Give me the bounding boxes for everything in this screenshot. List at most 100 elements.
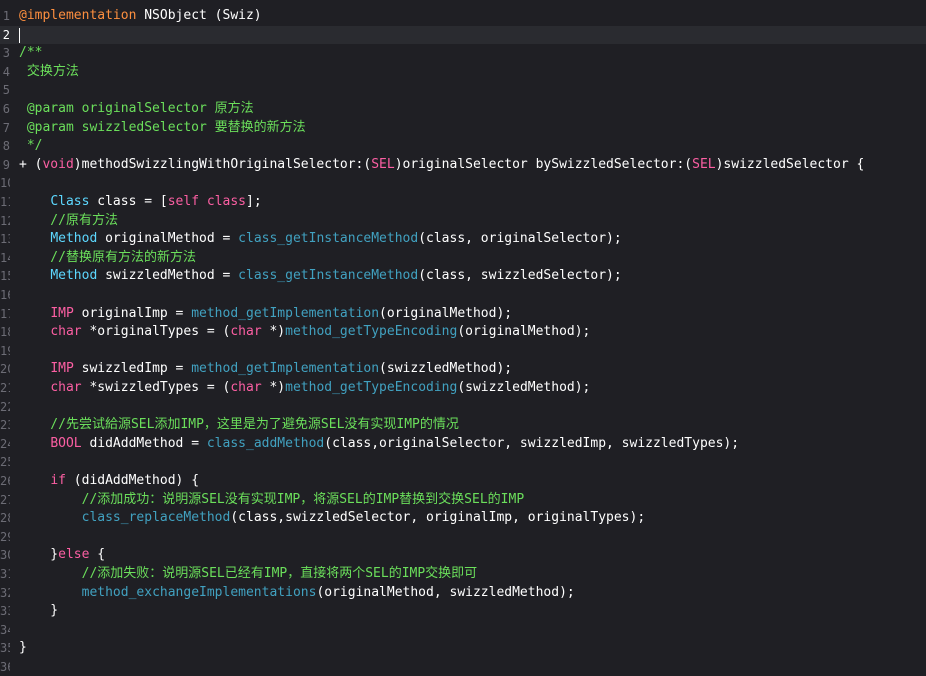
code-token: swizzledImp =: [73, 361, 192, 377]
code-token: }: [19, 640, 27, 656]
code-line[interactable]: 13 Method originalMethod = class_getInst…: [0, 230, 926, 248]
code-token: {: [89, 547, 106, 563]
line-number: 23: [0, 418, 10, 433]
code-text: class_replaceMethod(class,swizzledSelect…: [19, 509, 646, 527]
code-line[interactable]: 21 char *swizzledTypes = (char *)method_…: [0, 379, 926, 397]
line-number: 35: [0, 641, 10, 656]
line-number: 1: [2, 9, 10, 23]
code-token: 交换方法: [19, 63, 79, 79]
code-line[interactable]: 1 @implementation NSObject (Swiz): [0, 7, 926, 25]
code-token: char: [50, 324, 82, 340]
code-line[interactable]: 18 char *originalTypes = (char *)method_…: [0, 323, 926, 341]
code-line[interactable]: 15 Method swizzledMethod = class_getInst…: [0, 267, 926, 285]
code-token: @param swizzledSelector 要替换的新方法: [19, 119, 306, 135]
line-number: 25: [0, 455, 10, 470]
code-token: originalMethod =: [97, 231, 239, 247]
line-number: 31: [0, 567, 10, 581]
line-number: 30: [0, 548, 10, 563]
code-line[interactable]: 10: [0, 174, 926, 192]
line-number: 14: [0, 250, 10, 265]
code-line[interactable]: 32 method_exchangeImplementations(origin…: [0, 584, 926, 602]
code-text: //先尝试給源SEL添加IMP，这里是为了避免源SEL没有实现IMP的情况: [19, 416, 459, 434]
code-line[interactable]: 28 class_replaceMethod(class,swizzledSel…: [0, 509, 926, 527]
code-token: *): [261, 380, 286, 395]
line-number: 15: [0, 269, 10, 284]
code-line[interactable]: 19: [0, 342, 926, 360]
code-token: //先尝试給源SEL添加IMP，这里是为了避免源SEL没有实现IMP的情况: [19, 417, 459, 433]
code-token: SEL: [371, 156, 395, 172]
code-line[interactable]: 31 //添加失败：说明源SEL已经有IMP，直接将两个SEL的IMP交换即可: [0, 565, 926, 583]
code-text: Method originalMethod = class_getInstanc…: [19, 230, 621, 248]
line-number: 12: [0, 213, 10, 228]
code-line[interactable]: 23 //先尝试給源SEL添加IMP，这里是为了避免源SEL没有实现IMP的情况: [0, 416, 926, 434]
code-token: class: [206, 194, 247, 209]
code-token: BOOL: [50, 435, 82, 451]
code-token: originalImp =: [73, 305, 192, 321]
code-line[interactable]: 12 //原有方法: [0, 212, 926, 230]
code-token: //原有方法: [19, 212, 118, 228]
code-token: *swizzledTypes = (: [81, 380, 231, 395]
code-line[interactable]: 30 }else {: [0, 546, 926, 564]
code-line[interactable]: 36: [0, 658, 926, 676]
code-line[interactable]: 11 Class class = [self class];: [0, 193, 926, 211]
code-line[interactable]: 25: [0, 453, 926, 471]
code-token: IMP: [50, 361, 74, 377]
code-line[interactable]: 17 IMP originalImp = method_getImplement…: [0, 305, 926, 323]
code-text: }else {: [19, 546, 105, 564]
code-token: */: [19, 138, 43, 154]
code-line[interactable]: 34: [0, 621, 926, 639]
code-line[interactable]: 16: [0, 286, 926, 304]
code-line[interactable]: 4 交换方法: [0, 63, 926, 81]
code-line[interactable]: 14 //替换原有方法的新方法: [0, 249, 926, 267]
line-number: 34: [0, 622, 10, 637]
code-line[interactable]: 8 */: [0, 137, 926, 155]
code-token: //添加成功：说明源SEL没有实现IMP，将源SEL的IMP替换到交换SEL的I…: [19, 491, 525, 507]
line-number: 36: [0, 660, 10, 674]
code-line[interactable]: 9 + (void)methodSwizzlingWithOriginalSele…: [0, 156, 926, 174]
code-line[interactable]: 20 IMP swizzledImp = method_getImplement…: [0, 360, 926, 378]
code-line[interactable]: 26 if (didAddMethod) {: [0, 472, 926, 490]
code-token: method_getTypeEncoding: [285, 324, 458, 340]
code-text: IMP originalImp = method_getImplementati…: [19, 305, 512, 323]
code-token: *originalTypes = (: [81, 324, 231, 340]
code-line[interactable]: 24 BOOL didAddMethod = class_addMethod(c…: [0, 435, 926, 453]
line-number: 18: [0, 325, 10, 340]
line-number: 19: [0, 343, 10, 358]
code-text: char *swizzledTypes = (char *)method_get…: [19, 379, 590, 397]
code-line[interactable]: 3 /**: [0, 44, 926, 62]
code-token: class_addMethod: [206, 435, 325, 451]
code-line[interactable]: 33 }: [0, 602, 926, 620]
code-token: class_getInstanceMethod: [238, 268, 419, 284]
code-line[interactable]: 5: [0, 81, 926, 99]
code-text: //替换原有方法的新方法: [19, 249, 196, 267]
line-number: 22: [0, 399, 10, 414]
code-text: //原有方法: [19, 212, 118, 230]
line-number: 17: [0, 306, 10, 321]
code-line[interactable]: 35}: [0, 639, 926, 657]
line-number: 11: [0, 195, 10, 209]
line-number: 20: [0, 362, 10, 377]
code-token: (originalMethod);: [457, 324, 591, 340]
code-line[interactable]: 22: [0, 398, 926, 416]
code-text: }: [19, 639, 27, 657]
code-line[interactable]: 29: [0, 528, 926, 546]
code-line[interactable]: 2: [0, 25, 926, 44]
line-number: 28: [0, 511, 10, 526]
code-line[interactable]: 6 @param originalSelector 原方法: [0, 100, 926, 118]
code-text: if (didAddMethod) {: [19, 472, 199, 490]
code-line[interactable]: 7 @param swizzledSelector 要替换的新方法: [0, 119, 926, 137]
code-line[interactable]: 27 //添加成功：说明源SEL没有实现IMP，将源SEL的IMP替换到交换SE…: [0, 491, 926, 509]
code-token: /**: [19, 45, 43, 61]
code-token: )originalSelector bySwizzledSelector:(: [394, 156, 693, 172]
code-text: }: [19, 602, 58, 620]
line-number: 10: [0, 176, 10, 191]
code-editor[interactable]: 1 @implementation NSObject (Swiz) 2 3/** 4 交…: [0, 0, 926, 674]
code-token: self: [167, 194, 200, 209]
line-number: 9: [2, 157, 10, 172]
code-token: Method: [50, 268, 98, 284]
